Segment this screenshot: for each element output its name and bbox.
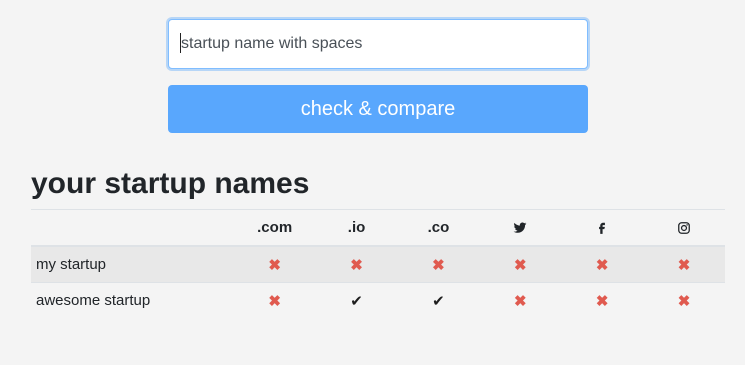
section-title: your startup names: [31, 167, 310, 200]
cross-icon: ✖: [514, 256, 527, 274]
cross-icon: ✖: [595, 292, 609, 310]
result-cell: ✖: [561, 245, 644, 283]
check-icon: ✔: [432, 292, 445, 310]
result-cell: ✖: [233, 282, 316, 318]
result-cell: ✖: [479, 282, 562, 318]
cross-icon: ✖: [677, 292, 691, 310]
column-header: [479, 209, 562, 247]
result-cell: ✖: [315, 245, 398, 283]
check-icon: ✔: [350, 292, 363, 310]
twitter-icon: [513, 221, 527, 235]
column-header: .co: [397, 209, 480, 247]
result-cell: ✖: [643, 282, 725, 318]
cross-icon: ✖: [677, 256, 691, 274]
header-row: .com .io .co: [31, 209, 725, 247]
result-cell: ✔: [397, 282, 480, 318]
startup-name-cell: my startup: [31, 245, 234, 283]
column-header: .io: [315, 209, 398, 247]
startup-name-cell: awesome startup: [31, 282, 234, 318]
cross-icon: ✖: [350, 256, 363, 274]
results-table-header: .com .io .co: [31, 209, 725, 247]
cross-icon: ✖: [432, 256, 445, 274]
cross-icon: ✖: [268, 256, 281, 274]
cross-icon: ✖: [595, 256, 609, 274]
column-header: .com: [233, 209, 316, 247]
result-cell: ✖: [233, 245, 316, 283]
facebook-icon: [595, 221, 609, 235]
cross-icon: ✖: [514, 292, 527, 310]
table-row: awesome startup ✖ ✔ ✔ ✖ ✖ ✖: [31, 282, 725, 318]
table-row: my startup ✖ ✖ ✖ ✖ ✖ ✖: [31, 245, 725, 283]
column-header: [561, 209, 644, 247]
results-table-body: my startup ✖ ✖ ✖ ✖ ✖ ✖ awesome startup ✖ ✔ ✔ ✖ ✖ ✖: [31, 245, 725, 318]
page: check & compare your startup names .com.…: [0, 0, 745, 365]
text-cursor: [180, 33, 181, 53]
check-compare-button[interactable]: check & compare: [168, 85, 588, 133]
startup-name-input[interactable]: [168, 19, 588, 69]
column-header: [643, 209, 725, 247]
results-table: .com .io .co my startup ✖ ✖ ✖ ✖ ✖ ✖ awesome start…: [31, 209, 725, 318]
result-cell: ✖: [479, 245, 562, 283]
result-cell: ✖: [643, 245, 725, 283]
cross-icon: ✖: [268, 292, 281, 310]
result-cell: ✔: [315, 282, 398, 318]
result-cell: ✖: [561, 282, 644, 318]
name-column-header: [31, 209, 234, 247]
result-cell: ✖: [397, 245, 480, 283]
instagram-icon: [677, 221, 691, 235]
